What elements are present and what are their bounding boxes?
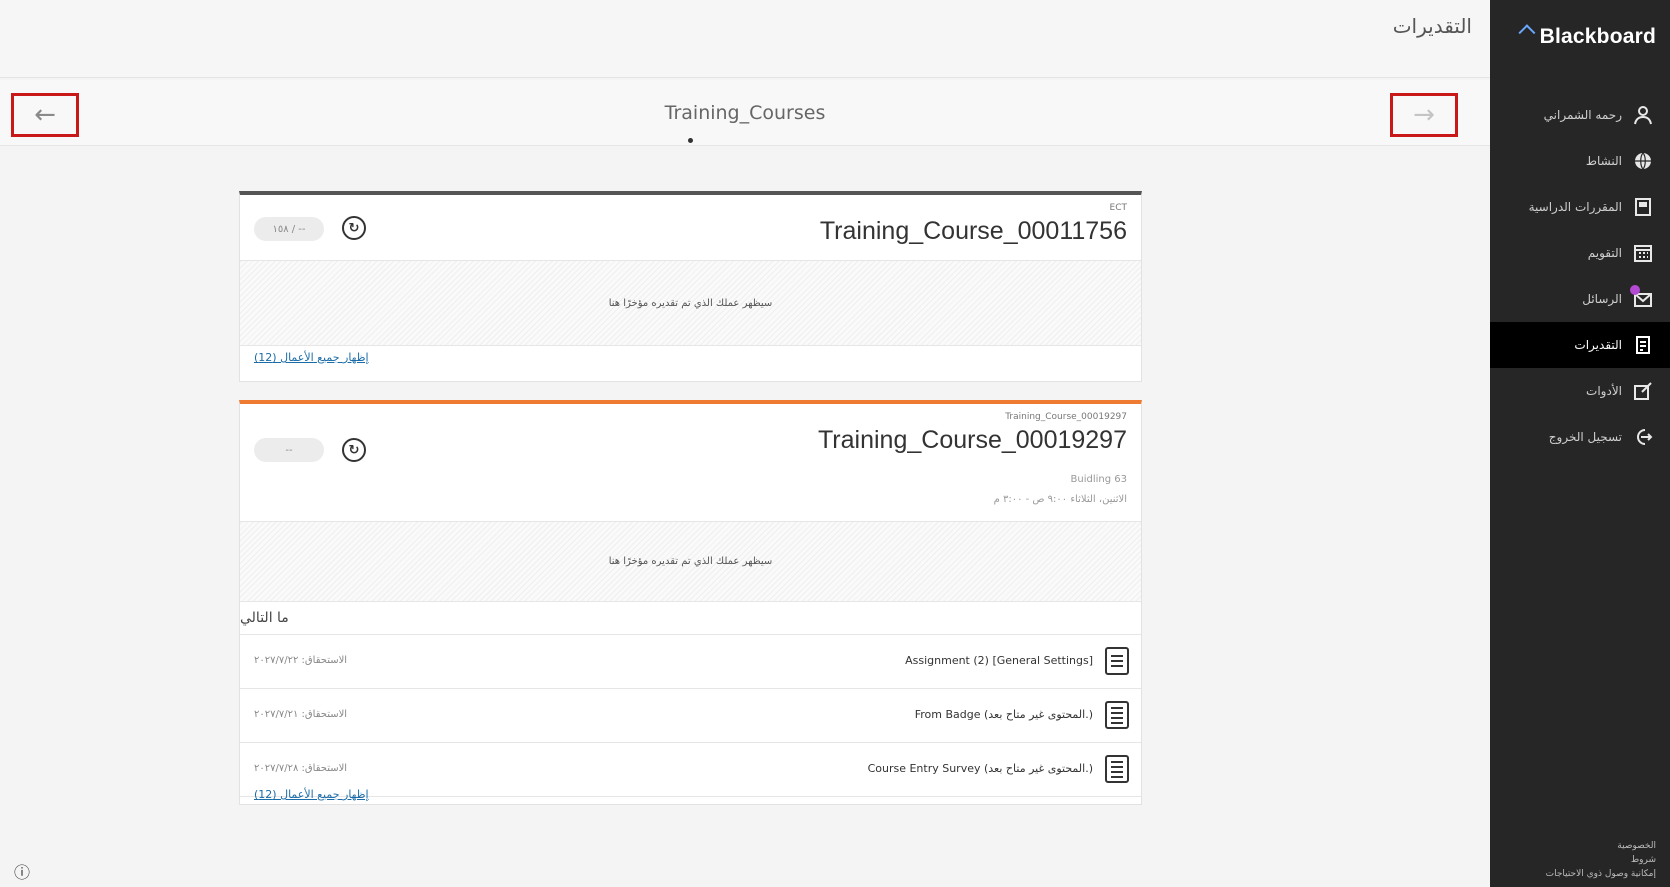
course-title[interactable]: Training_Course_00011756 <box>820 217 1127 246</box>
help-icon[interactable]: ⓘ <box>14 859 30 883</box>
survey-icon <box>1105 701 1129 729</box>
sidebar-item-profile[interactable]: رحمه الشمراني <box>1490 92 1670 138</box>
sidebar-item-label: التقويم <box>1587 246 1622 260</box>
course-card-header: ECT Training_Course_00011756 ١٥٨ / -- ↻ <box>240 195 1141 261</box>
unread-badge <box>1630 285 1640 295</box>
sidebar-item-label: رحمه الشمراني <box>1543 108 1622 122</box>
sidebar-nav: رحمه الشمراني النشاط المقررات الدراسية ا… <box>1490 92 1670 460</box>
terms-link[interactable]: شروط <box>1496 853 1656 867</box>
sidebar-item-activity[interactable]: النشاط <box>1490 138 1670 184</box>
sidebar-item-messages[interactable]: الرسائل <box>1490 276 1670 322</box>
globe-icon <box>1632 150 1654 172</box>
upcoming-item-due: الاستحقاق: ٢٠٢٧/٧/٢٢ <box>254 655 348 666</box>
course-group-title: Training_Courses <box>664 102 826 124</box>
brand-mark-icon <box>1518 24 1536 42</box>
user-icon <box>1632 104 1654 126</box>
upcoming-item-due: الاستحقاق: ٢٠٢٧/٧/٢٨ <box>254 763 348 774</box>
sidebar-item-sign-out[interactable]: تسجيل الخروج <box>1490 414 1670 460</box>
recent-grades-empty: سيظهر عملك الذي تم تقديره مؤخرًا هنا <box>240 261 1141 346</box>
course-location: Buidling 63 <box>1070 474 1127 485</box>
course-code: Training_Course_00019297 <box>1005 412 1127 422</box>
calendar-icon <box>1632 242 1654 264</box>
sidebar-item-label: المقررات الدراسية <box>1528 200 1622 214</box>
assignment-icon <box>1105 647 1129 675</box>
upcoming-item[interactable]: From Badge (المحتوى غير متاح بعد.) الاست… <box>240 689 1141 743</box>
whats-next-heading: ما التالي <box>240 602 1141 635</box>
page-indicator-dot[interactable] <box>688 138 693 143</box>
arrow-right-icon: → <box>1413 100 1435 130</box>
sidebar-item-grades[interactable]: التقديرات <box>1490 322 1670 368</box>
empty-state-text: سيظهر عملك الذي تم تقديره مؤخرًا هنا <box>608 556 773 567</box>
course-navigator: ← Training_Courses → <box>0 80 1490 146</box>
next-button[interactable]: → <box>1390 93 1458 137</box>
sidebar: Blackboard رحمه الشمراني النشاط المقررات… <box>1490 0 1670 887</box>
course-schedule: الاثنين، الثلاثاء ٩:٠٠ ص - ٣:٠٠ م <box>993 494 1127 505</box>
course-code: ECT <box>1109 203 1127 213</box>
course-card-header: Training_Course_00019297 Training_Course… <box>240 404 1141 522</box>
book-icon <box>1632 196 1654 218</box>
page-header: التقديرات <box>0 0 1490 78</box>
overall-grade-pill[interactable]: -- <box>254 438 324 462</box>
sidebar-item-label: الأدوات <box>1586 384 1622 398</box>
course-card: ECT Training_Course_00011756 ١٥٨ / -- ↻ … <box>239 191 1142 382</box>
sidebar-item-label: التقديرات <box>1574 338 1622 352</box>
show-all-work-link[interactable]: إظهار جميع الأعمال (12) <box>240 783 383 806</box>
sidebar-item-label: تسجيل الخروج <box>1548 430 1622 444</box>
upcoming-item-due: الاستحقاق: ٢٠٢٧/٧/٢١ <box>254 709 348 720</box>
grade-history-icon[interactable]: ↻ <box>342 438 366 462</box>
upcoming-item-title[interactable]: Assignment (2) [General Settings] <box>905 654 1093 667</box>
survey-icon <box>1105 755 1129 783</box>
tools-icon <box>1632 380 1654 402</box>
course-card: Training_Course_00019297 Training_Course… <box>239 400 1142 805</box>
sidebar-item-label: الرسائل <box>1582 292 1622 306</box>
show-all-work-link[interactable]: إظهار جميع الأعمال (12) <box>240 346 1141 369</box>
sign-out-icon <box>1632 426 1654 448</box>
mail-icon <box>1630 285 1654 310</box>
brand-logo[interactable]: Blackboard <box>1490 0 1670 74</box>
sidebar-item-label: النشاط <box>1585 154 1622 168</box>
upcoming-item[interactable]: Assignment (2) [General Settings] الاستح… <box>240 635 1141 689</box>
page-title: التقديرات <box>1392 14 1472 38</box>
whats-next-label: ما التالي <box>240 610 289 626</box>
sidebar-item-courses[interactable]: المقررات الدراسية <box>1490 184 1670 230</box>
privacy-link[interactable]: الخصوصية <box>1496 839 1656 853</box>
sidebar-footer: الخصوصية شروط إمكانية وصول ذوي الاحتياجا… <box>1496 839 1656 881</box>
sidebar-item-calendar[interactable]: التقويم <box>1490 230 1670 276</box>
course-title[interactable]: Training_Course_00019297 <box>818 426 1127 455</box>
accessibility-link[interactable]: إمكانية وصول ذوي الاحتياجات <box>1496 867 1656 881</box>
upcoming-item-title[interactable]: From Badge (المحتوى غير متاح بعد.) <box>915 708 1093 721</box>
empty-state-text: سيظهر عملك الذي تم تقديره مؤخرًا هنا <box>608 297 773 309</box>
grades-icon <box>1632 334 1654 356</box>
upcoming-item-title[interactable]: Course Entry Survey (المحتوى غير متاح بع… <box>868 762 1093 775</box>
grade-history-icon[interactable]: ↻ <box>342 216 366 240</box>
brand-name: Blackboard <box>1539 25 1656 48</box>
recent-grades-empty: سيظهر عملك الذي تم تقديره مؤخرًا هنا <box>240 522 1141 602</box>
sidebar-item-tools[interactable]: الأدوات <box>1490 368 1670 414</box>
overall-grade-pill[interactable]: ١٥٨ / -- <box>254 217 324 241</box>
